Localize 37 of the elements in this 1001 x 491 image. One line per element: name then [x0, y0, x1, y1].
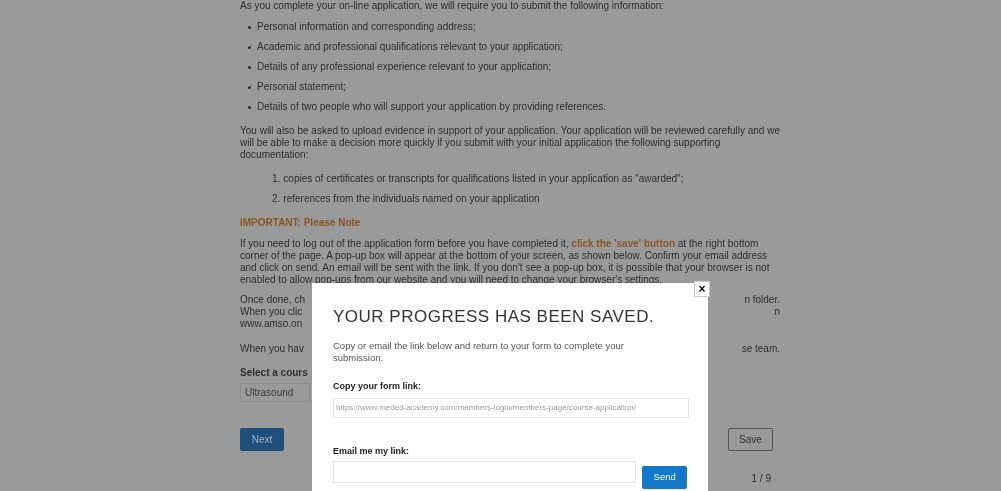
text-fragment: n folder. — [744, 294, 780, 306]
list-number: 2. — [272, 193, 281, 205]
page-indicator: 1 / 9 — [751, 473, 771, 485]
list-number: 1. — [272, 173, 281, 185]
list-item: Personal statement; — [257, 81, 346, 93]
list-item: references from the individuals named on your application — [283, 193, 540, 205]
intro-text: As you complete your on-line application, we will require you to submit the following information: — [240, 0, 666, 12]
send-button[interactable]: Send — [642, 466, 687, 489]
save-button[interactable]: Save — [728, 428, 773, 451]
text-fragment: www.amso.on — [240, 318, 303, 330]
text-fragment: When you clic — [240, 306, 303, 318]
next-button[interactable]: Next — [240, 428, 284, 451]
bullet-icon — [248, 105, 251, 109]
field-label: Email me my link: — [333, 444, 411, 458]
list-item: Details of any professional experience relevant to your application; — [257, 61, 552, 73]
field-label: Copy your form link: — [333, 380, 422, 393]
course-select[interactable]: Ultrasound — [240, 383, 310, 402]
bullet-icon — [248, 45, 251, 49]
list-item: Personal information and corresponding address; — [257, 21, 476, 33]
list-item: Academic and professional qualifications relevant to your application; — [257, 41, 563, 53]
paragraph: You will also be asked to upload evidence in support of your application. Your application will be reviewed carefully and we will be able to make a decision more quickly if you submit with your initial application the following supporting documentation: — [240, 125, 781, 161]
text-fragment: n — [774, 306, 780, 318]
list-item: copies of certificates or transcripts for qualifications listed in your application as "awarded"; — [283, 173, 684, 185]
email-field[interactable] — [333, 461, 637, 483]
text-fragment: se team. — [741, 343, 780, 355]
bullet-icon — [248, 85, 251, 89]
field-label: Select a cours — [240, 367, 309, 379]
link-field[interactable]: https://www.meded-academy.com/members-login/members-page/course-application/ — [333, 397, 689, 418]
text-fragment: When you hav — [240, 343, 304, 355]
dialog-title: YOUR PROGRESS HAS BEEN SAVED. — [333, 307, 656, 327]
bullet-icon — [248, 25, 251, 29]
list-item: Details of two people who will support your application by providing references. — [257, 101, 607, 113]
bullet-icon — [248, 65, 251, 69]
close-button[interactable]: × — [694, 281, 710, 297]
important-heading: IMPORTANT: Please Note — [240, 217, 362, 229]
dialog-description: Copy or email the link below and return to your form to complete your submission. — [333, 340, 625, 364]
text-fragment: Once done, ch — [240, 294, 306, 306]
